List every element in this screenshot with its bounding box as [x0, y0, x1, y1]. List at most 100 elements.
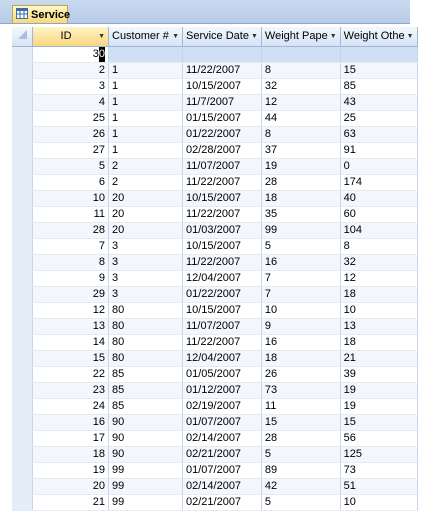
- weight-other-cell[interactable]: 104: [340, 222, 418, 239]
- service-date-cell[interactable]: 01/07/2007: [182, 414, 262, 431]
- weight-other-cell[interactable]: 63: [340, 126, 418, 143]
- customer-cell[interactable]: 20: [108, 190, 183, 207]
- service-date-cell[interactable]: 11/22/2007: [182, 62, 262, 79]
- service-date-cell[interactable]: 01/12/2007: [182, 382, 262, 399]
- table-row[interactable]: 16 90 01/07/2007 15 15: [12, 414, 418, 431]
- table-row[interactable]: 28 20 01/03/2007 99 104: [12, 222, 418, 239]
- table-row[interactable]: 29 3 01/22/2007 7 18: [12, 286, 418, 303]
- row-selector[interactable]: [12, 446, 33, 463]
- table-row[interactable]: 20 99 02/14/2007 42 51: [12, 478, 418, 495]
- id-cell[interactable]: 14: [32, 334, 109, 351]
- weight-other-cell[interactable]: 12: [340, 270, 418, 287]
- service-date-cell[interactable]: 10/15/2007: [182, 238, 262, 255]
- table-row[interactable]: 26 1 01/22/2007 8 63: [12, 126, 418, 143]
- tab-service[interactable]: Service: [12, 5, 70, 23]
- id-cell[interactable]: 4: [32, 94, 109, 111]
- row-selector[interactable]: [12, 206, 33, 223]
- service-date-cell[interactable]: 12/04/2007: [182, 270, 262, 287]
- weight-paper-cell[interactable]: 99: [261, 222, 341, 239]
- row-selector[interactable]: [12, 46, 33, 63]
- service-date-cell[interactable]: 12/04/2007: [182, 350, 262, 367]
- customer-cell[interactable]: 2: [108, 174, 183, 191]
- table-row[interactable]: 4 1 11/7/2007 12 43: [12, 94, 418, 111]
- id-cell[interactable]: 24: [32, 398, 109, 415]
- customer-cell[interactable]: 20: [108, 222, 183, 239]
- id-cell[interactable]: 5: [32, 158, 109, 175]
- row-selector[interactable]: [12, 158, 33, 175]
- id-cell[interactable]: 12: [32, 302, 109, 319]
- id-cell[interactable]: 8: [32, 254, 109, 271]
- service-date-cell[interactable]: 02/19/2007: [182, 398, 262, 415]
- column-header-id[interactable]: ID ▼: [32, 27, 109, 47]
- customer-cell[interactable]: 99: [108, 478, 183, 495]
- table-row[interactable]: 13 80 11/07/2007 9 13: [12, 318, 418, 335]
- weight-paper-cell[interactable]: 9: [261, 318, 341, 335]
- row-selector[interactable]: [12, 398, 33, 415]
- service-date-cell[interactable]: [182, 46, 262, 63]
- id-cell[interactable]: 22: [32, 366, 109, 383]
- table-row[interactable]: 7 3 10/15/2007 5 8: [12, 238, 418, 255]
- weight-other-cell[interactable]: 18: [340, 286, 418, 303]
- weight-other-cell[interactable]: 10: [340, 302, 418, 319]
- customer-cell[interactable]: 90: [108, 430, 183, 447]
- column-header-service-date[interactable]: Service Date ▼: [182, 27, 262, 47]
- id-cell[interactable]: 16: [32, 414, 109, 431]
- weight-other-cell[interactable]: 174: [340, 174, 418, 191]
- dropdown-arrow-icon[interactable]: ▼: [407, 29, 414, 44]
- dropdown-arrow-icon[interactable]: ▼: [98, 29, 105, 44]
- table-row[interactable]: 8 3 11/22/2007 16 32: [12, 254, 418, 271]
- service-date-cell[interactable]: 11/22/2007: [182, 334, 262, 351]
- service-date-cell[interactable]: 11/07/2007: [182, 318, 262, 335]
- dropdown-arrow-icon[interactable]: ▼: [330, 29, 337, 44]
- service-date-cell[interactable]: 02/14/2007: [182, 430, 262, 447]
- table-row[interactable]: 18 90 02/21/2007 5 125: [12, 446, 418, 463]
- customer-cell[interactable]: 99: [108, 462, 183, 479]
- weight-other-cell[interactable]: 18: [340, 334, 418, 351]
- service-date-cell[interactable]: 11/22/2007: [182, 206, 262, 223]
- row-selector[interactable]: [12, 350, 33, 367]
- row-selector[interactable]: [12, 222, 33, 239]
- table-row[interactable]: 2 1 11/22/2007 8 15: [12, 62, 418, 79]
- weight-paper-cell[interactable]: 5: [261, 238, 341, 255]
- customer-cell[interactable]: 90: [108, 414, 183, 431]
- row-selector[interactable]: [12, 382, 33, 399]
- service-date-cell[interactable]: 01/07/2007: [182, 462, 262, 479]
- weight-other-cell[interactable]: 43: [340, 94, 418, 111]
- weight-paper-cell[interactable]: 5: [261, 446, 341, 463]
- customer-cell[interactable]: 85: [108, 366, 183, 383]
- service-date-cell[interactable]: 01/22/2007: [182, 286, 262, 303]
- weight-paper-cell[interactable]: 5: [261, 494, 341, 511]
- service-date-cell[interactable]: 11/07/2007: [182, 158, 262, 175]
- table-row[interactable]: 3 1 10/15/2007 32 85: [12, 78, 418, 95]
- weight-paper-cell[interactable]: 35: [261, 206, 341, 223]
- id-cell[interactable]: 17: [32, 430, 109, 447]
- service-date-cell[interactable]: 01/15/2007: [182, 110, 262, 127]
- id-cell[interactable]: 26: [32, 126, 109, 143]
- customer-cell[interactable]: 80: [108, 334, 183, 351]
- row-selector[interactable]: [12, 302, 33, 319]
- dropdown-arrow-icon[interactable]: ▼: [172, 29, 179, 44]
- table-row[interactable]: 11 20 11/22/2007 35 60: [12, 206, 418, 223]
- row-selector[interactable]: [12, 494, 33, 511]
- row-selector[interactable]: [12, 62, 33, 79]
- row-selector[interactable]: [12, 318, 33, 335]
- customer-cell[interactable]: 1: [108, 126, 183, 143]
- id-cell[interactable]: 18: [32, 446, 109, 463]
- weight-paper-cell[interactable]: 26: [261, 366, 341, 383]
- weight-paper-cell[interactable]: 28: [261, 174, 341, 191]
- row-selector[interactable]: [12, 126, 33, 143]
- weight-other-cell[interactable]: 73: [340, 462, 418, 479]
- weight-paper-cell[interactable]: 7: [261, 286, 341, 303]
- row-selector[interactable]: [12, 270, 33, 287]
- customer-cell[interactable]: 3: [108, 238, 183, 255]
- customer-cell[interactable]: 90: [108, 446, 183, 463]
- service-date-cell[interactable]: 01/03/2007: [182, 222, 262, 239]
- table-row[interactable]: 27 1 02/28/2007 37 91: [12, 142, 418, 159]
- weight-paper-cell[interactable]: 15: [261, 414, 341, 431]
- row-selector[interactable]: [12, 366, 33, 383]
- customer-cell[interactable]: 2: [108, 158, 183, 175]
- row-selector[interactable]: [12, 334, 33, 351]
- column-header-weight-paper[interactable]: Weight Pape ▼: [261, 27, 341, 47]
- table-row[interactable]: 19 99 01/07/2007 89 73: [12, 462, 418, 479]
- customer-cell[interactable]: 80: [108, 302, 183, 319]
